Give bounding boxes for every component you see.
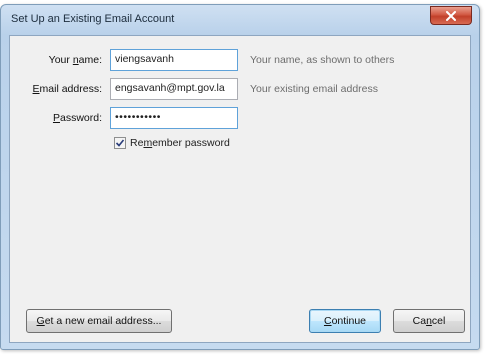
close-icon <box>446 10 456 21</box>
name-input[interactable]: viengsavanh <box>110 49 238 71</box>
title-bar[interactable]: Set Up an Existing Email Account <box>1 5 479 33</box>
remember-password-row[interactable]: Remember password <box>114 137 230 149</box>
password-label: Password: <box>52 112 102 124</box>
dialog-title: Set Up an Existing Email Account <box>11 13 175 25</box>
password-input[interactable]: ••••••••••• <box>110 107 238 129</box>
email-input[interactable]: engsavanh@mpt.gov.la <box>110 78 238 100</box>
name-label: Your name: <box>48 54 102 66</box>
get-new-email-button[interactable]: Get a new email address... <box>26 309 172 333</box>
checkmark-icon <box>115 139 125 147</box>
close-button[interactable] <box>430 6 472 25</box>
cancel-button[interactable]: Ca n cel <box>393 309 465 333</box>
dialog-window: Set Up an Existing Email Account Your na… <box>0 4 480 350</box>
continue-button[interactable]: Continue <box>309 309 381 333</box>
remember-password-label[interactable]: Remember password <box>130 137 230 149</box>
remember-password-checkbox[interactable] <box>114 137 126 149</box>
name-hint: Your name, as shown to others <box>250 54 395 66</box>
dialog-body: Your name: viengsavanh Your name, as sho… <box>9 35 471 343</box>
email-label: Email address: <box>32 83 102 95</box>
email-hint: Your existing email address <box>250 83 379 95</box>
